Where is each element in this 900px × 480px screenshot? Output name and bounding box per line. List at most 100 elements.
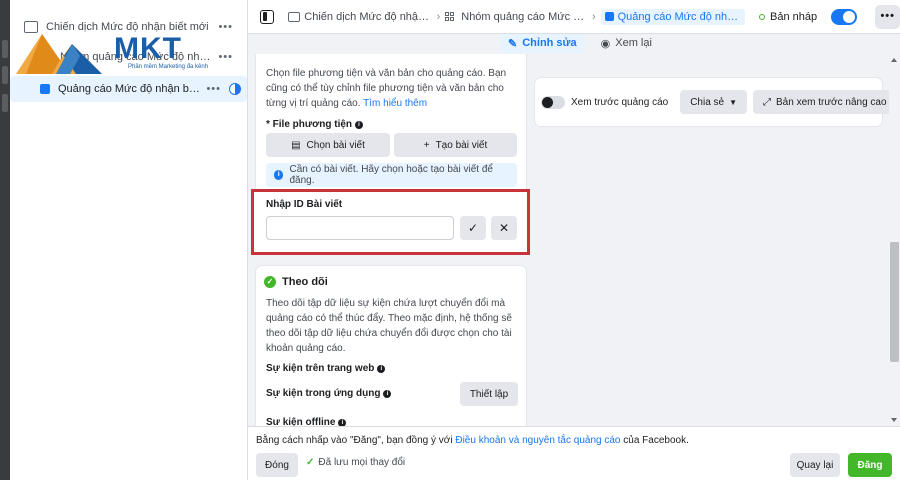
button-label: Đăng — [857, 459, 883, 471]
info-icon[interactable]: i — [377, 364, 386, 373]
button-label: Bản xem trước nâng cao — [776, 96, 887, 108]
terms-link[interactable]: Điều khoản và nguyên tắc quảng cáo — [455, 435, 620, 446]
chevron-right-icon: › — [591, 10, 596, 23]
terms-suffix: của Facebook. — [620, 435, 689, 446]
grid-icon — [445, 11, 457, 22]
tracking-heading: ✓ Theo dõi — [264, 276, 328, 288]
mountain-logo-icon — [16, 34, 102, 74]
status-dot-icon — [759, 13, 766, 20]
clear-close-icon[interactable]: ✕ — [491, 216, 517, 240]
saved-label: Đã lưu mọi thay đổi — [318, 457, 406, 468]
post-id-input[interactable] — [266, 216, 454, 240]
post-icon: ▤ — [291, 139, 301, 151]
info-icon[interactable]: i — [383, 389, 392, 398]
preview-toggle[interactable] — [541, 95, 565, 109]
tracking-title: Theo dõi — [282, 276, 328, 288]
tree-item-ad[interactable]: Quảng cáo Mức độ nhận biết ... ••• — [10, 76, 247, 102]
breadcrumb-label: Quảng cáo Mức độ nhận biết — [617, 10, 741, 23]
edge-tab[interactable] — [2, 94, 8, 112]
eye-icon: ◉ — [600, 37, 611, 50]
status-label: Bản nháp — [770, 10, 818, 23]
more-options-button[interactable]: ••• — [875, 4, 900, 29]
more-icon[interactable]: ••• — [218, 51, 233, 63]
breadcrumb-campaign[interactable]: Chiến dịch Mức độ nhận biết r — [288, 10, 432, 23]
media-intro: Chọn file phương tiện và văn bản cho quả… — [266, 66, 516, 111]
sidebar-toggle-icon[interactable] — [260, 9, 275, 24]
expand-icon: ⤢ — [763, 96, 772, 108]
back-button[interactable]: Quay lại — [790, 453, 840, 477]
app-events-setup-button[interactable]: Thiết lập — [460, 382, 518, 406]
saved-status: ✓ Đã lưu mọi thay đổi — [306, 457, 405, 468]
info-icon[interactable]: i — [355, 120, 364, 129]
tracking-card: ✓ Theo dõi Theo dõi tập dữ liệu sự kiện … — [256, 266, 526, 426]
folder-icon — [288, 11, 301, 22]
tree-item-label: Quảng cáo Mức độ nhận biết ... — [58, 83, 201, 95]
tab-edit[interactable]: ✎ Chỉnh sửa — [500, 33, 585, 53]
post-required-notice: i Cần có bài viết. Hãy chọn hoặc tạo bài… — [266, 163, 517, 187]
draft-status: Bản nháp — [759, 11, 817, 23]
logo-tagline: Phần mềm Marketing đa kênh — [128, 64, 209, 70]
offline-events-text: Sự kiện offline — [266, 417, 336, 426]
info-icon: i — [274, 170, 284, 180]
breadcrumb-label: Nhóm quảng cáo Mức độ nhậ — [461, 10, 587, 23]
tracking-description: Theo dõi tập dữ liệu sự kiện chứa lượt c… — [266, 298, 512, 354]
media-field-label-text: * File phương tiện — [266, 119, 353, 130]
edge-tab[interactable] — [2, 66, 8, 84]
pencil-icon: ✎ — [508, 37, 518, 50]
post-id-label: Nhập ID Bài viết — [266, 199, 343, 210]
create-post-button[interactable]: + Tạo bài viết — [394, 133, 517, 157]
close-button[interactable]: Đóng — [256, 453, 298, 477]
app-events-label: Sự kiện trong ứng dụng i — [266, 388, 392, 399]
scroll-down-icon[interactable] — [891, 418, 897, 422]
mkt-logo: MKT Phần mềm Marketing đa kênh — [16, 26, 216, 78]
info-icon[interactable]: i — [338, 418, 347, 426]
breadcrumb-adset[interactable]: Nhóm quảng cáo Mức độ nhậ — [445, 11, 587, 23]
advanced-preview-button[interactable]: ⤢ Bản xem trước nâng cao — [753, 90, 897, 114]
logo-text: MKT — [114, 32, 182, 65]
tab-review[interactable]: ◉ Xem lại — [593, 34, 660, 53]
more-icon[interactable]: ••• — [206, 83, 221, 95]
status-half-icon — [229, 83, 241, 95]
button-label: Thiết lập — [469, 388, 509, 400]
breadcrumb-ad[interactable]: Quảng cáo Mức độ nhận biết — [600, 8, 746, 25]
tab-label: Xem lại — [615, 37, 652, 49]
choose-post-button[interactable]: ▤ Chọn bài viết — [266, 133, 390, 157]
notice-text: Cần có bài viết. Hãy chọn hoặc tạo bài v… — [289, 164, 493, 186]
button-label: Chọn bài viết — [306, 139, 365, 151]
check-circle-icon: ✓ — [264, 276, 276, 288]
ad-icon — [604, 12, 614, 21]
button-label: Quay lại — [796, 459, 834, 471]
mode-tabs: ✎ Chỉnh sửa ◉ Xem lại — [500, 32, 660, 54]
scroll-up-icon[interactable] — [891, 58, 897, 62]
more-icon[interactable]: ••• — [218, 21, 233, 33]
share-dropdown[interactable]: Chia sẻ ▼ — [680, 90, 748, 114]
edge-tab[interactable] — [2, 40, 8, 58]
learn-more-link[interactable]: Tìm hiểu thêm — [363, 98, 427, 109]
campaign-tree: Chiến dịch Mức độ nhận biết mới ••• Nhóm… — [10, 0, 248, 480]
post-id-highlight: Nhập ID Bài viết ✓ ✕ — [251, 189, 530, 255]
ad-icon — [40, 84, 50, 94]
terms-prefix: Bằng cách nhấp vào "Đăng", bạn đồng ý vớ… — [256, 435, 456, 446]
plus-icon: + — [423, 139, 430, 151]
web-events-label: Sự kiện trên trang web i — [266, 363, 386, 374]
publish-button[interactable]: Đăng — [848, 453, 892, 477]
button-label: Chia sẻ — [690, 96, 725, 108]
ad-enable-toggle[interactable] — [831, 8, 858, 25]
check-icon: ✓ — [306, 457, 315, 468]
tab-label: Chỉnh sửa — [522, 37, 577, 49]
breadcrumb-label: Chiến dịch Mức độ nhận biết r — [304, 10, 431, 23]
web-events-text: Sự kiện trên trang web — [266, 363, 375, 374]
chevron-right-icon: › — [436, 10, 441, 23]
app-events-text: Sự kiện trong ứng dụng — [266, 388, 381, 399]
window-edge-strip — [0, 0, 10, 480]
footer-bar: Bằng cách nhấp vào "Đăng", bạn đồng ý vớ… — [248, 426, 900, 480]
page-scrollbar[interactable] — [889, 54, 900, 426]
confirm-check-icon[interactable]: ✓ — [460, 216, 486, 240]
offline-events-label: Sự kiện offline i — [266, 417, 347, 426]
ad-preview-bar: Xem trước quảng cáo Chia sẻ ▼ ⤢ Bản xem … — [535, 78, 897, 126]
top-bar: Chiến dịch Mức độ nhận biết r › Nhóm quả… — [248, 0, 900, 34]
terms-text: Bằng cách nhấp vào "Đăng", bạn đồng ý vớ… — [256, 435, 689, 446]
scroll-thumb[interactable] — [890, 242, 899, 362]
button-label: Đóng — [265, 459, 289, 471]
caret-down-icon: ▼ — [729, 97, 738, 107]
